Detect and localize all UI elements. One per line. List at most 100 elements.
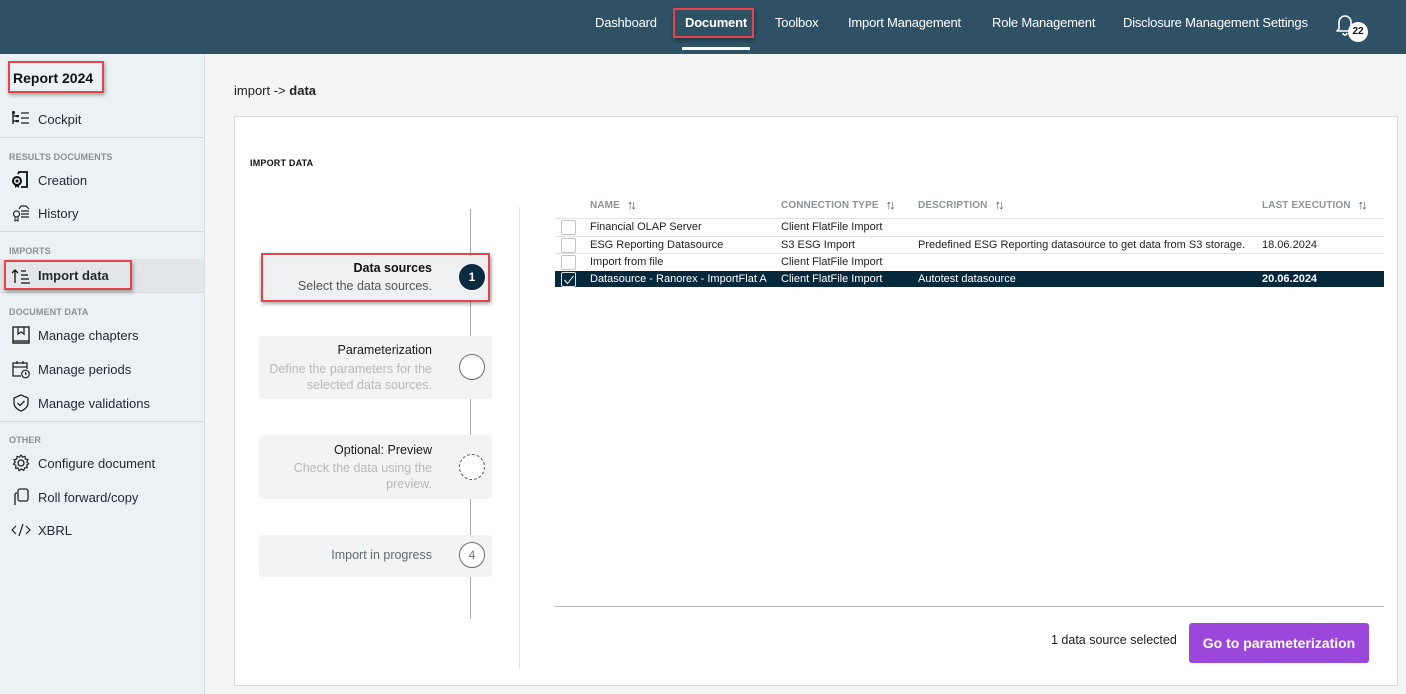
copy-icon <box>11 487 31 507</box>
cell-description: Autotest datasource <box>918 273 1016 285</box>
selection-count-text: 1 data source selected <box>1051 633 1177 647</box>
step-number-badge: 3 <box>459 454 485 480</box>
sidebar-item-configure-document[interactable]: Configure document <box>0 448 204 478</box>
column-header-label: CONNECTION TYPE <box>781 200 879 211</box>
step-title: Optional: Preview <box>334 443 432 457</box>
sidebar-item-label: Manage periods <box>38 361 132 377</box>
step-title: Parameterization <box>337 343 433 357</box>
sidebar-item-label: Manage validations <box>38 395 151 411</box>
breadcrumb-parent[interactable]: import -> <box>234 83 286 98</box>
nav-document[interactable]: Document <box>682 0 750 54</box>
table-row-selected[interactable]: Datasource - Ranorex - ImportFlat A Clie… <box>555 271 1384 287</box>
step-data-sources[interactable]: Data sources Select the data sources. 1 <box>259 256 492 302</box>
cell-connection-type: Client FlatFile Import <box>781 273 883 285</box>
sidebar-divider <box>0 231 204 232</box>
cell-last-execution: 18.06.2024 <box>1262 239 1318 251</box>
step-optional-preview[interactable]: Optional: Preview Check the data using t… <box>259 435 492 499</box>
sidebar-item-history[interactable]: History <box>0 198 204 228</box>
sidebar-divider <box>0 421 204 422</box>
sidebar-item-import-data[interactable]: Import data <box>0 259 204 292</box>
step-description: Check the data using the preview. <box>293 461 432 491</box>
column-header-connection-type[interactable]: CONNECTION TYPE ↑↓ <box>781 197 896 212</box>
section-heading-other: OTHER <box>9 435 41 445</box>
shield-check-icon <box>11 393 31 413</box>
sidebar-item-manage-validations[interactable]: Manage validations <box>0 388 204 418</box>
sort-icon[interactable]: ↑↓ <box>994 197 1004 212</box>
column-header-label: DESCRIPTION <box>918 200 988 211</box>
notification-count-badge: 22 <box>1348 22 1368 42</box>
import-data-panel: IMPORT DATA Data sources Select the data… <box>234 116 1398 686</box>
section-heading-imports: IMPORTS <box>9 246 51 256</box>
sidebar-item-label: Configure document <box>38 455 156 471</box>
panel-title: IMPORT DATA <box>250 158 314 168</box>
row-checkbox[interactable] <box>561 238 576 253</box>
cell-name: ESG Reporting Datasource <box>590 239 724 251</box>
sort-icon[interactable]: ↑↓ <box>627 197 637 212</box>
cell-last-execution: 20.06.2024 <box>1262 273 1318 285</box>
column-header-label: NAME <box>590 200 620 211</box>
sidebar: Report 2024 Cockpit RESULTS DOCUMENTS Cr… <box>0 54 205 694</box>
sidebar-divider <box>0 292 204 293</box>
sidebar-item-label: History <box>38 205 79 221</box>
cell-name: Financial OLAP Server <box>590 221 702 233</box>
column-header-description[interactable]: DESCRIPTION ↑↓ <box>918 197 1004 212</box>
row-checkbox-checked[interactable] <box>561 272 576 287</box>
section-heading-results-documents: RESULTS DOCUMENTS <box>9 152 113 162</box>
row-checkbox[interactable] <box>561 220 576 235</box>
document-history-icon <box>11 203 31 223</box>
document-certificate-icon <box>11 170 31 190</box>
column-header-last-execution[interactable]: LAST EXECUTION ↑↓ <box>1262 197 1368 212</box>
checkmark-icon <box>564 275 574 285</box>
code-icon <box>11 520 31 540</box>
cell-connection-type: S3 ESG Import <box>781 239 855 251</box>
table-row[interactable]: ESG Reporting Datasource S3 ESG Import P… <box>555 236 1384 254</box>
sidebar-item-label: XBRL <box>38 522 72 538</box>
sidebar-item-roll-forward-copy[interactable]: Roll forward/copy <box>0 482 204 512</box>
sidebar-item-cockpit[interactable]: Cockpit <box>0 104 204 134</box>
nav-disclosure-management-settings[interactable]: Disclosure Management Settings <box>1123 0 1308 54</box>
step-description: Define the parameters for the selected d… <box>269 362 432 392</box>
cell-connection-type: Client FlatFile Import <box>781 221 883 233</box>
step-parameterization[interactable]: Parameterization Define the parameters f… <box>259 336 492 399</box>
table-row[interactable]: Import from file Client FlatFile Import <box>555 253 1384 271</box>
nav-toolbox[interactable]: Toolbox <box>775 0 819 54</box>
sidebar-item-label: Cockpit <box>38 111 82 127</box>
step-title: Data sources <box>353 261 432 275</box>
sort-icon[interactable]: ↑↓ <box>886 197 896 212</box>
step-description: Select the data sources. <box>297 279 432 293</box>
gear-icon <box>11 453 31 473</box>
calendar-clock-icon <box>11 359 31 379</box>
column-header-label: LAST EXECUTION <box>1262 200 1351 211</box>
go-to-parameterization-button[interactable]: Go to parameterization <box>1189 623 1369 663</box>
sidebar-item-manage-periods[interactable]: Manage periods <box>0 354 204 384</box>
nav-dashboard[interactable]: Dashboard <box>595 0 657 54</box>
breadcrumb: import -> data <box>234 83 316 98</box>
sidebar-item-label: Manage chapters <box>38 327 139 343</box>
column-header-name[interactable]: NAME ↑↓ <box>590 197 637 212</box>
row-checkbox[interactable] <box>561 255 576 270</box>
cell-description: Predefined ESG Reporting datasource to g… <box>918 239 1246 251</box>
stepper-divider <box>519 207 520 669</box>
sidebar-item-label: Roll forward/copy <box>38 489 139 505</box>
section-heading-document-data: DOCUMENT DATA <box>9 307 89 317</box>
step-title: Import in progress <box>331 548 432 562</box>
cockpit-tree-icon <box>11 109 31 129</box>
sidebar-item-label: Creation <box>38 172 88 188</box>
step-number-badge: 2 <box>459 354 485 380</box>
sidebar-item-creation[interactable]: Creation <box>0 165 204 195</box>
nav-role-management[interactable]: Role Management <box>992 0 1095 54</box>
sidebar-item-xbrl[interactable]: XBRL <box>0 515 204 545</box>
top-navigation-bar: Dashboard Document Toolbox Import Manage… <box>0 0 1406 54</box>
cell-connection-type: Client FlatFile Import <box>781 256 883 268</box>
cell-name: Datasource - Ranorex - ImportFlat A <box>590 273 767 285</box>
sort-icon[interactable]: ↑↓ <box>1358 197 1368 212</box>
book-icon <box>11 325 31 345</box>
sidebar-item-manage-chapters[interactable]: Manage chapters <box>0 320 204 350</box>
import-list-icon <box>11 266 31 286</box>
table-row[interactable]: Financial OLAP Server Client FlatFile Im… <box>555 218 1384 236</box>
nav-import-management[interactable]: Import Management <box>848 0 961 54</box>
table-bottom-divider <box>555 606 1384 607</box>
step-import-in-progress[interactable]: Import in progress 4 <box>259 535 492 577</box>
sidebar-divider <box>0 137 204 138</box>
cell-name: Import from file <box>590 256 664 268</box>
